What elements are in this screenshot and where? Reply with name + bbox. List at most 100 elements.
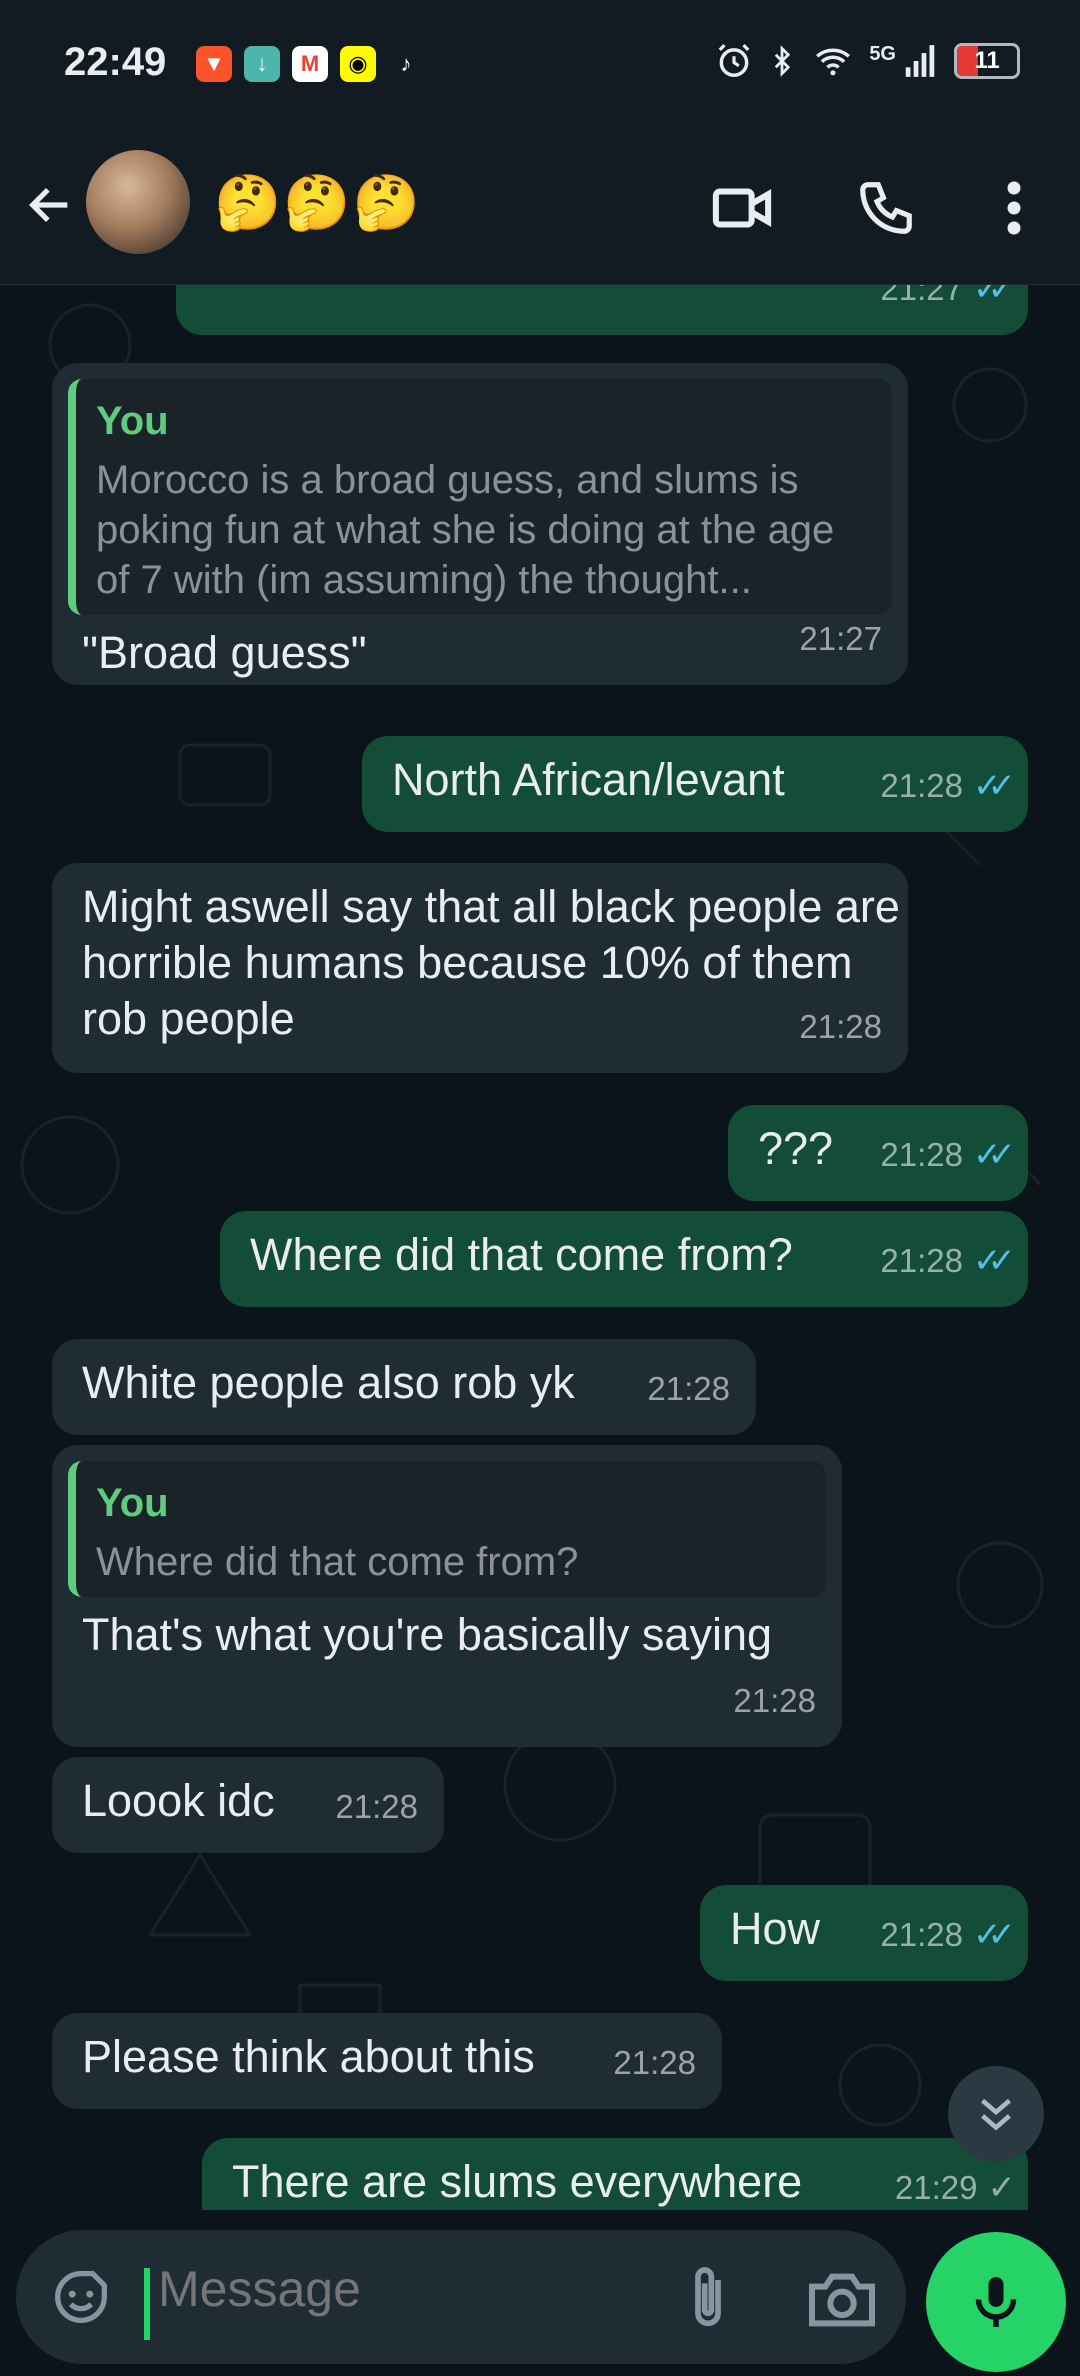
message-incoming[interactable]: You Where did that come from? That's wha… <box>52 1445 842 1747</box>
message-time: 21:28 <box>613 2044 696 2081</box>
battery-label: 11 <box>974 47 1000 74</box>
message-incoming[interactable]: White people also rob yk 21:28 <box>52 1339 756 1435</box>
message-input[interactable] <box>158 2260 658 2318</box>
voice-message-button[interactable] <box>926 2232 1066 2372</box>
message-meta: 21:27 ✓✓ <box>880 285 1016 317</box>
message-time: 21:28 <box>880 1136 964 1173</box>
message-meta: 21:28 ✓✓ <box>880 758 1016 814</box>
sticker-smiley-icon <box>55 2271 107 2323</box>
message-time: 21:28 <box>880 767 964 804</box>
message-outgoing[interactable]: ??? 21:28 ✓✓ <box>728 1105 1028 1201</box>
scroll-to-bottom-button[interactable] <box>948 2066 1044 2162</box>
camera-button[interactable] <box>802 2260 892 2340</box>
read-receipt-icon: ✓✓ <box>973 1136 1016 1174</box>
message-text: Where did that come from? <box>250 1229 793 1280</box>
message-outgoing[interactable]: There are slums everywhere 21:29 ✓ <box>202 2138 1028 2210</box>
message-list[interactable]: 21:27 ✓✓ You Morocco is a broad guess, a… <box>0 285 1080 2210</box>
tiktok-icon: ♪ <box>400 51 412 76</box>
message-time: 21:28 <box>335 1788 418 1825</box>
wifi-icon <box>816 48 851 76</box>
alarm-icon <box>718 44 750 77</box>
attach-button[interactable] <box>668 2260 748 2340</box>
delivered-receipt-icon: ✓ <box>987 2169 1016 2207</box>
gmail-icon: M <box>292 46 328 82</box>
status-time: 22:49 <box>64 40 167 84</box>
more-vertical-icon <box>1007 181 1021 235</box>
message-time: 21:29 <box>894 2169 978 2206</box>
message-meta: 21:28 ✓✓ <box>880 1233 1016 1289</box>
text-cursor <box>144 2268 150 2340</box>
signal-icon <box>905 45 935 77</box>
message-time: 21:28 <box>733 1682 816 1719</box>
read-receipt-icon: ✓✓ <box>973 285 1016 308</box>
battery-icon: 11 <box>954 43 1020 79</box>
snapchat-icon: ◉ <box>340 46 376 82</box>
message-text: ??? <box>758 1123 834 1174</box>
back-arrow-icon <box>28 187 68 223</box>
video-call-button[interactable] <box>702 168 782 248</box>
message-time: 21:28 <box>647 1370 730 1407</box>
quoted-message[interactable]: You Where did that come from? <box>68 1461 826 1597</box>
message-incoming[interactable]: Please think about this 21:28 <box>52 2013 722 2109</box>
composer-bar <box>0 2210 1080 2376</box>
network-label: 5G <box>869 42 896 65</box>
message-outgoing[interactable]: How 21:28 ✓✓ <box>700 1885 1028 1981</box>
bluetooth-icon <box>775 45 791 77</box>
download-icon: ↓ <box>244 46 280 82</box>
message-meta: 21:28 ✓✓ <box>880 1907 1016 1963</box>
message-outgoing[interactable]: North African/levant 21:28 ✓✓ <box>362 736 1028 832</box>
message-text: There are slums everywhere <box>232 2156 803 2207</box>
message-text: Might aswell say that all black people a… <box>82 881 900 1044</box>
message-meta: 21:28 <box>647 1361 730 1417</box>
system-icons: 5G 11 <box>715 42 1020 80</box>
message-time: 21:27 <box>799 620 882 657</box>
notification-icons: ▼ ↓ M ◉ ♪ <box>196 46 424 82</box>
message-meta: 21:27 <box>799 611 882 667</box>
camera-icon <box>809 2273 875 2327</box>
message-time: 21:28 <box>799 1008 882 1045</box>
phone-icon <box>860 182 912 234</box>
contact-name[interactable]: 🤔🤔🤔 <box>214 172 422 235</box>
message-incoming[interactable]: You Morocco is a broad guess, and slums … <box>52 363 908 685</box>
quote-author: You <box>96 399 169 443</box>
video-camera-icon <box>712 188 772 228</box>
message-meta: 21:28 <box>335 1779 418 1835</box>
message-text: White people also rob yk <box>82 1357 575 1408</box>
message-meta: 21:28 <box>613 2035 696 2091</box>
message-text: How <box>730 1903 821 1954</box>
paperclip-icon <box>695 2267 721 2327</box>
microphone-icon <box>975 2277 1017 2327</box>
message-meta: 21:28 ✓✓ <box>880 1127 1016 1183</box>
status-bar: 22:49 ▼ ↓ M ◉ ♪ 5G 11 <box>0 0 1080 130</box>
quoted-message[interactable]: You Morocco is a broad guess, and slums … <box>68 379 892 615</box>
message-text: Please think about this <box>82 2031 535 2082</box>
message-input-box[interactable] <box>16 2230 906 2364</box>
quote-author: You <box>96 1481 169 1525</box>
read-receipt-icon: ✓✓ <box>973 1916 1016 1954</box>
read-receipt-icon: ✓✓ <box>973 767 1016 805</box>
more-options-button[interactable] <box>974 168 1054 248</box>
message-meta: 21:29 ✓ <box>894 2160 1016 2210</box>
voice-call-button[interactable] <box>846 168 926 248</box>
message-meta: 21:28 <box>799 999 882 1055</box>
double-chevron-down-icon <box>981 2098 1011 2131</box>
brave-icon: ▼ <box>196 46 232 82</box>
message-text: "Broad guess" <box>82 627 367 678</box>
message-time: 21:28 <box>880 1242 964 1279</box>
contact-avatar[interactable] <box>86 150 190 254</box>
message-time: 21:27 <box>880 285 964 307</box>
quote-text: Where did that come from? <box>96 1540 579 1584</box>
message-text: North African/levant <box>392 754 785 805</box>
message-outgoing[interactable]: Where did that come from? 21:28 ✓✓ <box>220 1211 1028 1307</box>
sticker-button[interactable] <box>46 2262 116 2332</box>
message-incoming[interactable]: Might aswell say that all black people a… <box>52 863 908 1073</box>
message-incoming[interactable]: Loook idc 21:28 <box>52 1757 444 1853</box>
back-button[interactable] <box>22 170 78 240</box>
quote-text: Morocco is a broad guess, and slums is p… <box>96 458 835 602</box>
message-time: 21:28 <box>880 1916 964 1953</box>
message-text: Loook idc <box>82 1775 275 1826</box>
message-text: That's what you're basically saying <box>82 1609 773 1660</box>
message-meta: 21:28 <box>733 1673 816 1729</box>
message-outgoing[interactable]: 21:27 ✓✓ <box>176 285 1028 335</box>
read-receipt-icon: ✓✓ <box>973 1242 1016 1280</box>
